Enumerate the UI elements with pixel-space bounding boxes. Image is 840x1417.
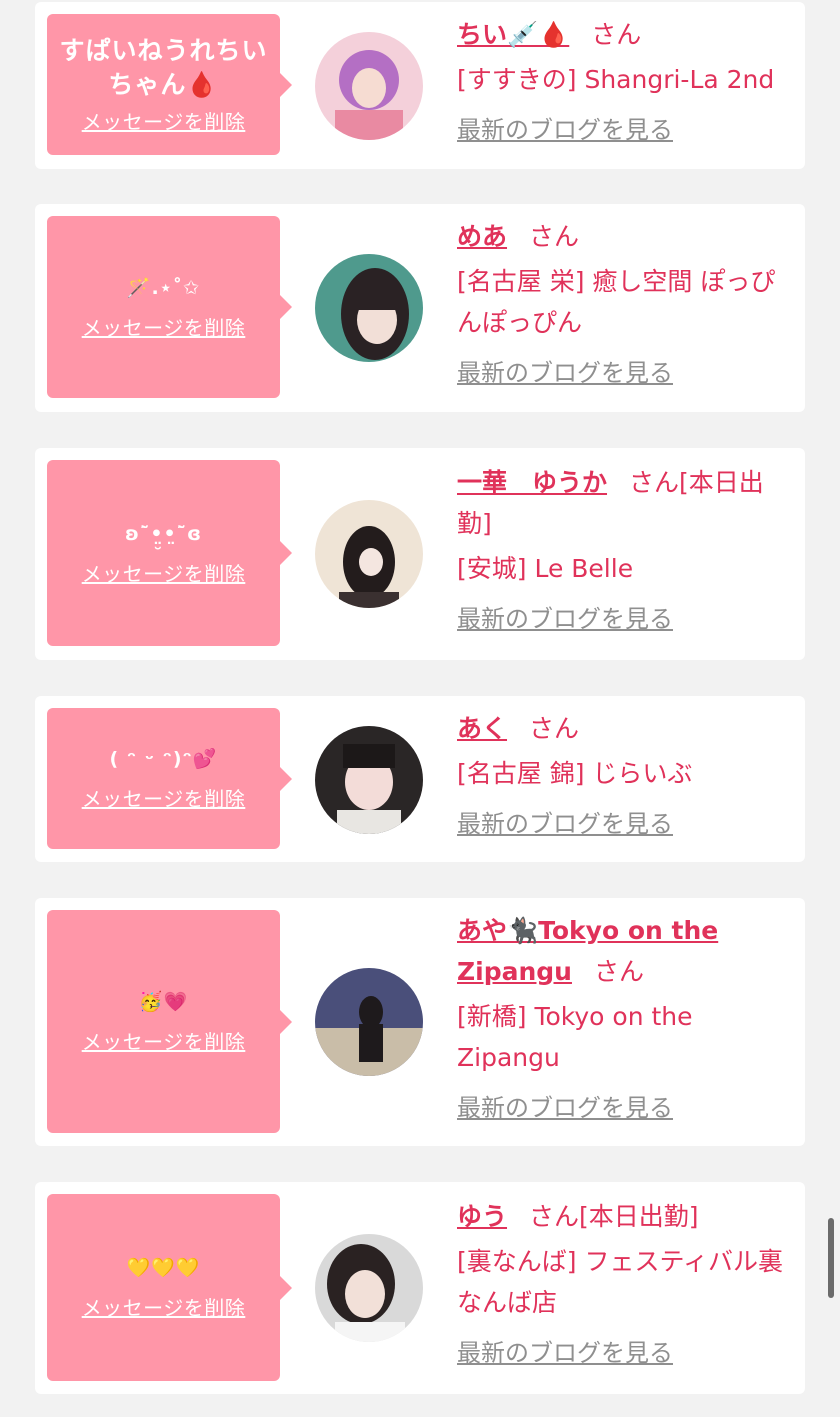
message-info: あや🐈‍⬛Tokyo on the Zipangu さん [新橋] Tokyo o…	[457, 910, 797, 1129]
honorific: さん	[629, 468, 680, 497]
honorific: さん	[529, 1202, 580, 1231]
message-info: あく さん [名古屋 錦] じらいぶ 最新のブログを見る	[457, 708, 797, 845]
honorific: さん	[591, 20, 642, 49]
message-card: すぱいねうれちいちゃん🩸 メッセージを削除 ちい💉🩸 さん [すすきの] Shan…	[35, 2, 805, 169]
message-bubble: 🪄.⋆˚✩ メッセージを削除	[47, 216, 292, 398]
avatar-image	[315, 500, 423, 608]
message-info: ちい💉🩸 さん [すすきの] Shangri-La 2nd 最新のブログを見る	[457, 14, 797, 151]
delete-message-link[interactable]: メッセージを削除	[82, 312, 246, 341]
avatar-image	[315, 968, 423, 1076]
message-bubble: すぱいねうれちいちゃん🩸 メッセージを削除	[47, 14, 292, 155]
latest-blog-link[interactable]: 最新のブログを見る	[457, 1088, 797, 1129]
message-text: ʚ˘̃•̤̮•̤˘̃ɞ	[124, 522, 203, 545]
delete-message-link[interactable]: メッセージを削除	[82, 1026, 246, 1055]
shop-name: [名古屋 錦] じらいぶ	[457, 759, 693, 788]
message-info: めあ さん [名古屋 栄] 癒し空間 ぽっぴんぽっぴん 最新のブログを見る	[457, 216, 797, 394]
delete-message-link[interactable]: メッセージを削除	[82, 558, 246, 587]
latest-blog-link[interactable]: 最新のブログを見る	[457, 353, 797, 394]
avatar[interactable]	[315, 1234, 423, 1342]
message-card: ʚ˘̃•̤̮•̤˘̃ɞ メッセージを削除 一華 ゆうか さん[本日出勤] [安城]…	[35, 448, 805, 660]
message-bubble: ( ᵔ ᵕ ᵔ)ᵔ💕 メッセージを削除	[47, 708, 292, 849]
latest-blog-link[interactable]: 最新のブログを見る	[457, 1333, 797, 1374]
message-text: 🥳💗	[138, 991, 189, 1013]
shop-name: [すすきの] Shangri-La 2nd	[457, 65, 775, 94]
honorific: さん	[593, 957, 644, 986]
delete-message-link[interactable]: メッセージを削除	[82, 783, 246, 812]
message-card: 🪄.⋆˚✩ メッセージを削除 めあ さん [名古屋 栄] 癒し空間 ぽっぴんぽっぴ…	[35, 204, 805, 412]
message-text: ( ᵔ ᵕ ᵔ)ᵔ💕	[109, 748, 218, 770]
latest-blog-link[interactable]: 最新のブログを見る	[457, 110, 797, 151]
sender-name-link[interactable]: ゆう	[457, 1202, 507, 1231]
message-info: 一華 ゆうか さん[本日出勤] [安城] Le Belle 最新のブログを見る	[457, 462, 797, 640]
message-text: 💛💛💛	[126, 1257, 201, 1279]
sender-name-link[interactable]: 一華 ゆうか	[457, 468, 607, 497]
honorific: さん	[529, 222, 580, 251]
delete-message-link[interactable]: メッセージを削除	[82, 106, 246, 135]
message-card: 🥳💗 メッセージを削除 あや🐈‍⬛Tokyo on the Zipangu さん …	[35, 898, 805, 1146]
message-text: 🪄.⋆˚✩	[126, 276, 201, 299]
latest-blog-link[interactable]: 最新のブログを見る	[457, 804, 797, 845]
avatar[interactable]	[315, 500, 423, 608]
message-bubble: 🥳💗 メッセージを削除	[47, 910, 292, 1133]
message-card: 💛💛💛 メッセージを削除 ゆう さん[本日出勤] [裏なんば] フェスティバル裏な…	[35, 1182, 805, 1394]
shop-name: [裏なんば] フェスティバル裏なんば店	[457, 1247, 783, 1317]
sender-name-link[interactable]: ちい💉🩸	[457, 20, 569, 49]
avatar-image	[315, 32, 423, 140]
avatar[interactable]	[315, 32, 423, 140]
avatar-image	[315, 1234, 423, 1342]
latest-blog-link[interactable]: 最新のブログを見る	[457, 599, 797, 640]
sender-name-link[interactable]: あや🐈‍⬛Tokyo on the Zipangu	[457, 916, 718, 986]
sender-name-link[interactable]: めあ	[457, 222, 507, 251]
scrollbar[interactable]	[828, 1218, 834, 1298]
message-bubble: ʚ˘̃•̤̮•̤˘̃ɞ メッセージを削除	[47, 460, 292, 646]
shop-name: [名古屋 栄] 癒し空間 ぽっぴんぽっぴん	[457, 267, 776, 337]
delete-message-link[interactable]: メッセージを削除	[82, 1292, 246, 1321]
message-card: ( ᵔ ᵕ ᵔ)ᵔ💕 メッセージを削除 あく さん [名古屋 錦] じらいぶ 最新…	[35, 696, 805, 862]
avatar-image	[315, 254, 423, 362]
message-bubble: 💛💛💛 メッセージを削除	[47, 1194, 292, 1381]
shop-name: [新橋] Tokyo on the Zipangu	[457, 1002, 693, 1072]
honorific: さん	[529, 714, 580, 743]
message-text: すぱいねうれちいちゃん🩸	[59, 36, 268, 99]
attendance-note: [本日出勤]	[579, 1202, 699, 1231]
avatar[interactable]	[315, 968, 423, 1076]
message-info: ゆう さん[本日出勤] [裏なんば] フェスティバル裏なんば店 最新のブログを見る	[457, 1196, 797, 1374]
avatar[interactable]	[315, 254, 423, 362]
sender-name-link[interactable]: あく	[457, 714, 507, 743]
avatar-image	[315, 726, 423, 834]
avatar[interactable]	[315, 726, 423, 834]
shop-name: [安城] Le Belle	[457, 554, 634, 583]
